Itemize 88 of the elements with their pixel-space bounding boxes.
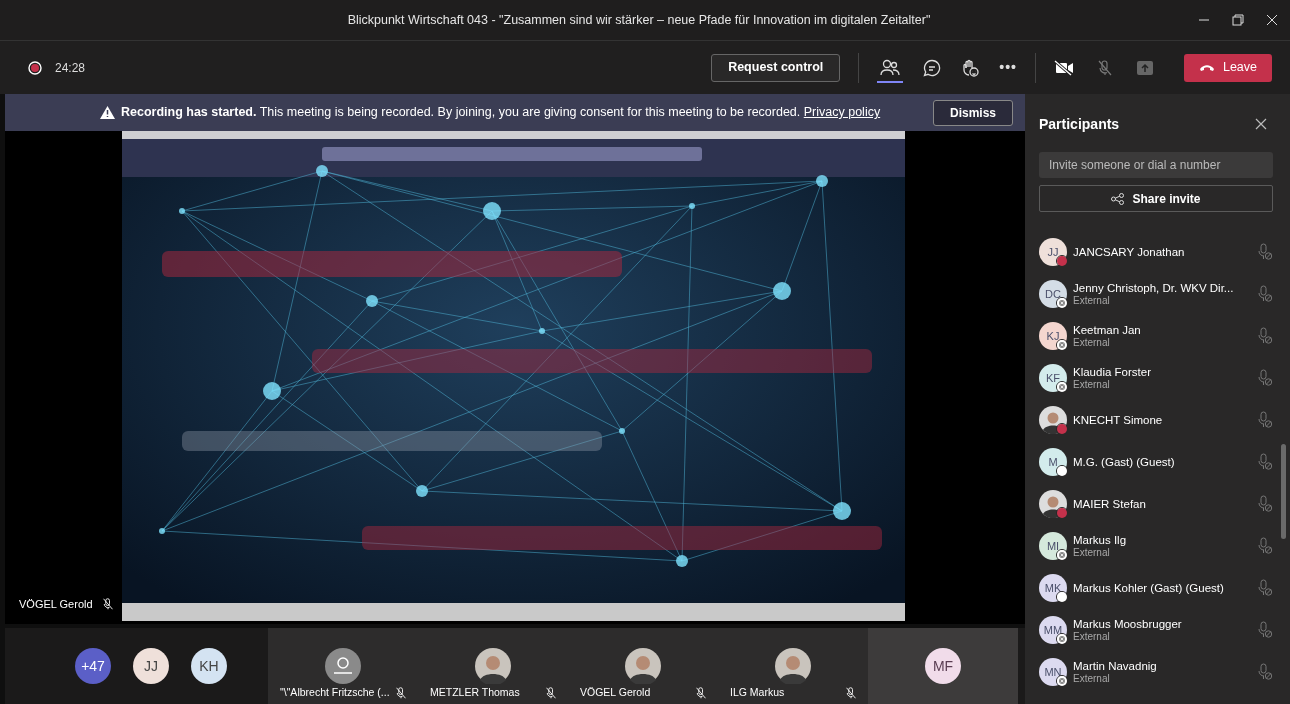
participant-subtitle: External (1073, 673, 1111, 685)
dismiss-button[interactable]: Dismiss (933, 99, 1013, 126)
participant-name: Jenny Christoph, Dr. WKV Dir... (1073, 281, 1235, 295)
video-tile[interactable]: VÖGEL Gerold (568, 628, 718, 704)
participant-row[interactable]: MK Markus Kohler (Gast) (Guest) (1039, 567, 1273, 609)
participant-avatar: KF (1039, 364, 1067, 392)
video-tile[interactable]: METZLER Thomas (418, 628, 568, 704)
participant-avatar: JJ (1039, 238, 1067, 266)
participant-row[interactable]: KNECHT Simone (1039, 399, 1273, 441)
hang-up-icon (1198, 63, 1215, 72)
presence-icon (1056, 381, 1068, 393)
scrollbar-thumb[interactable] (1281, 444, 1286, 539)
participant-name: Keetman Jan (1073, 323, 1142, 337)
participant-avatar[interactable]: JJ (133, 648, 169, 684)
participant-row[interactable]: KF Klaudia Forster External (1039, 357, 1273, 399)
video-tile[interactable]: "\"Albrecht Fritzsche (... (268, 628, 418, 704)
panel-title: Participants (1039, 114, 1120, 134)
share-screen-icon[interactable] (1136, 59, 1154, 76)
recording-notice: Recording has started. This meeting is being recorded. By joining, you are giving consent for this meeting to be recorded. Privacy policy (121, 104, 881, 122)
camera-off-icon[interactable] (1054, 59, 1074, 76)
participant-avatar: MN (1039, 658, 1067, 686)
participant-name: M.G. (Gast) (Guest) (1073, 455, 1176, 469)
participant-avatar: MK (1039, 574, 1067, 602)
presence-icon (1056, 549, 1068, 561)
chat-icon[interactable] (923, 58, 942, 77)
raise-hand-icon[interactable] (961, 58, 980, 77)
participant-name: METZLER Thomas (430, 685, 520, 701)
participant-name: Martin Navadnig (1073, 659, 1158, 673)
presence-icon (1056, 675, 1068, 687)
share-icon (1111, 192, 1125, 205)
participant-row[interactable]: MAIER Stefan (1039, 483, 1273, 525)
leave-button[interactable]: Leave (1184, 53, 1272, 82)
window-title: Blickpunkt Wirtschaft 043 - "Zusammen sind wir stärker – neue Pfade für Innovation im digitalen Zeitalter" (347, 11, 931, 29)
participant-name: Klaudia Forster (1073, 365, 1152, 379)
restore-icon[interactable] (1232, 14, 1244, 26)
participant-avatar: M (1039, 448, 1067, 476)
participant-name: Markus Kohler (Gast) (Guest) (1073, 581, 1225, 595)
participant-row[interactable]: MI Markus Ilg External (1039, 525, 1273, 567)
participant-name: ILG Markus (730, 685, 785, 701)
participant-row[interactable]: JJ JANCSARY Jonathan (1039, 231, 1273, 273)
share-invite-button[interactable]: Share invite (1039, 185, 1273, 212)
presence-icon (1056, 255, 1068, 267)
participant-avatar: MI (1039, 532, 1067, 560)
close-icon[interactable] (1255, 118, 1267, 130)
participant-name: VÖGEL Gerold (580, 685, 651, 701)
person-avatar (625, 648, 661, 684)
participant-avatar: MF (925, 648, 961, 684)
participant-subtitle: External (1073, 631, 1111, 643)
meeting-timer: 24:28 (55, 59, 86, 77)
video-tile[interactable]: ILG Markus (718, 628, 868, 704)
participant-avatar: MM (1039, 616, 1067, 644)
participant-avatar[interactable]: KH (191, 648, 227, 684)
request-control-button[interactable]: Request control (711, 53, 841, 82)
participant-name: KNECHT Simone (1073, 413, 1164, 427)
warning-icon (100, 106, 115, 119)
presence-icon (1056, 633, 1068, 645)
participant-name: Markus Ilg (1073, 533, 1128, 547)
privacy-policy-link[interactable]: Privacy policy (803, 105, 881, 120)
person-avatar (475, 648, 511, 684)
participant-avatar: KJ (1039, 322, 1067, 350)
participant-row[interactable]: KJ Keetman Jan External (1039, 315, 1273, 357)
participant-avatar: DC (1039, 280, 1067, 308)
participant-subtitle: External (1073, 337, 1111, 349)
microphone-off-icon[interactable] (1098, 59, 1112, 76)
people-icon[interactable] (880, 58, 901, 77)
participant-name: Markus Moosbrugger (1073, 617, 1183, 631)
presence-icon (1056, 339, 1068, 351)
presence-icon (1056, 297, 1068, 309)
participant-name: MAIER Stefan (1073, 497, 1147, 511)
person-icon (325, 648, 361, 684)
video-tile[interactable]: MF (868, 628, 1018, 704)
participant-avatar[interactable]: +47 (75, 648, 111, 684)
invite-field[interactable]: Invite someone or dial a number (1039, 152, 1273, 178)
participant-name: JANCSARY Jonathan (1073, 245, 1186, 259)
presence-icon (1056, 423, 1068, 435)
presence-icon (1056, 591, 1068, 603)
participant-subtitle: External (1073, 379, 1111, 391)
person-avatar (775, 648, 811, 684)
more-options-button[interactable]: ••• (999, 57, 1017, 78)
presence-icon (1056, 507, 1068, 519)
close-icon[interactable] (1266, 14, 1278, 26)
participant-row[interactable]: DC Jenny Christoph, Dr. WKV Dir... External (1039, 273, 1273, 315)
participant-row[interactable]: M M.G. (Gast) (Guest) (1039, 441, 1273, 483)
presenter-name: VÖGEL Gerold (19, 596, 93, 612)
presence-icon (1056, 465, 1068, 477)
participant-subtitle: External (1073, 295, 1111, 307)
participant-subtitle: External (1073, 547, 1111, 559)
participant-name: "\"Albrecht Fritzsche (... (280, 685, 390, 701)
